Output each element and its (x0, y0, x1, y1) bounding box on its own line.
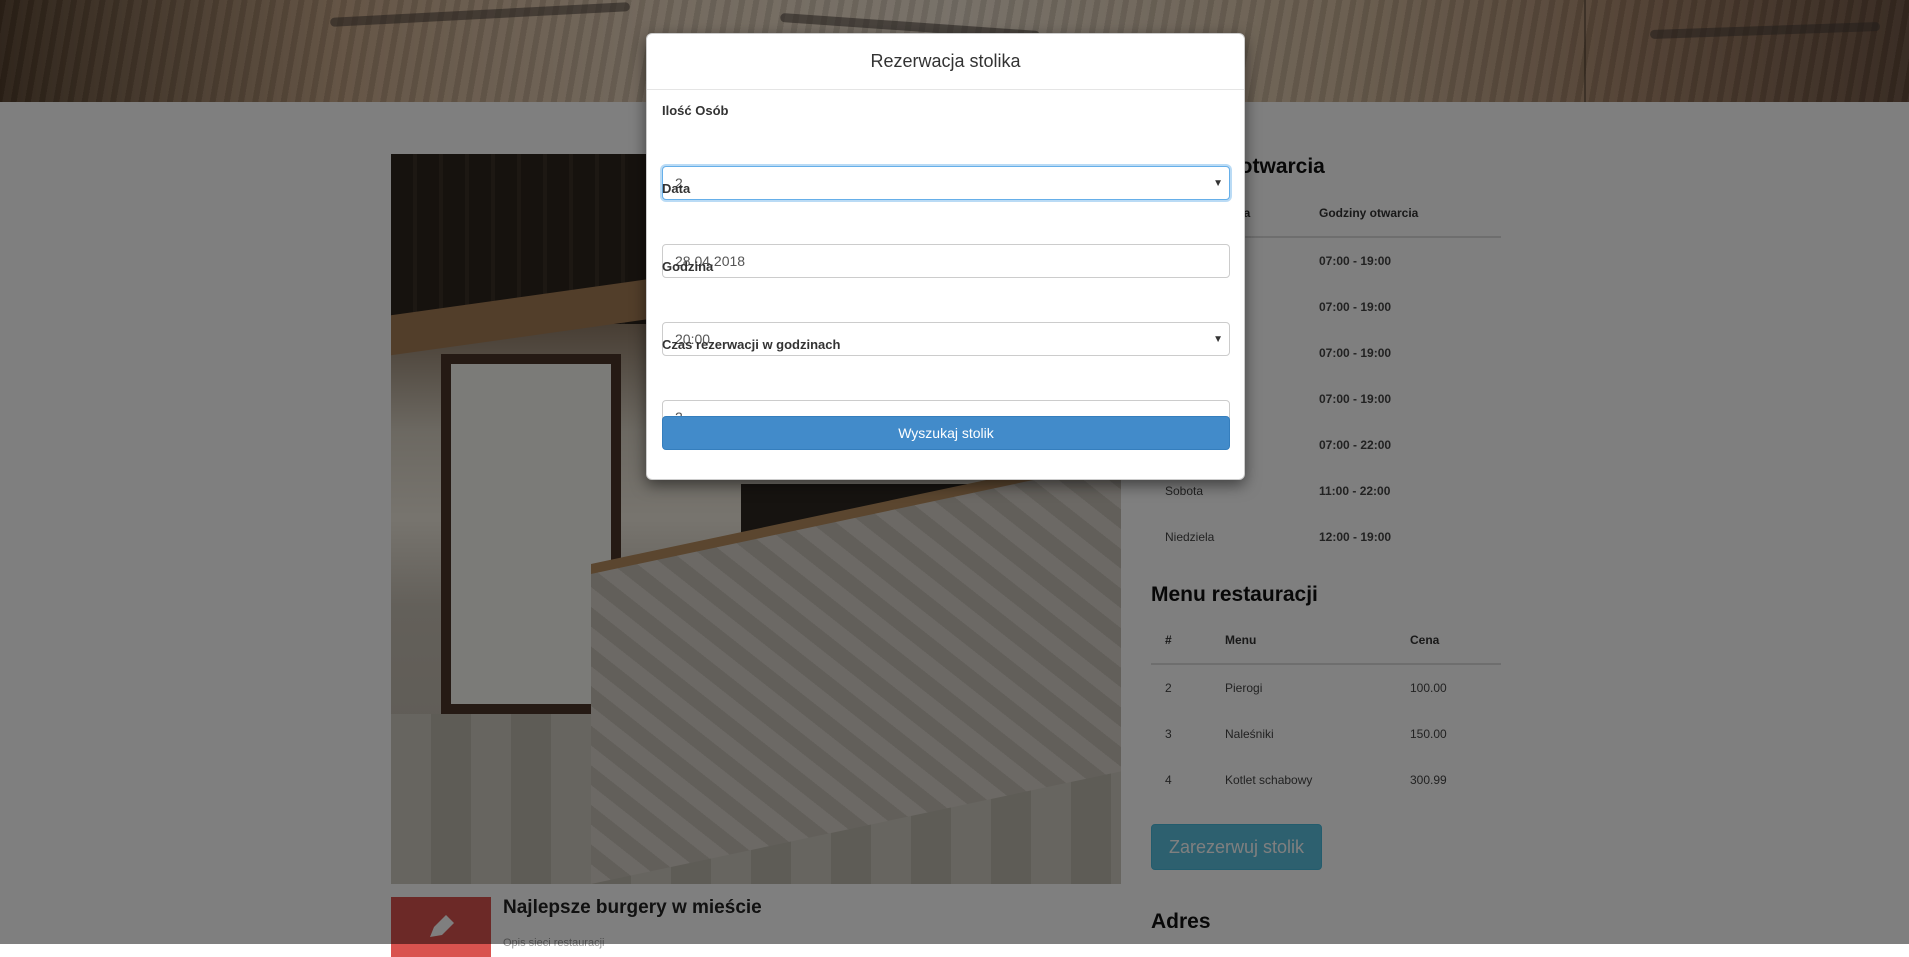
caret-down-icon: ▼ (1213, 334, 1223, 345)
modal-title: Rezerwacja stolika (870, 51, 1021, 71)
people-label: Ilość Osób (662, 103, 729, 118)
time-label: Godzina (662, 259, 714, 274)
caret-down-icon: ▼ (1213, 178, 1223, 189)
search-table-button[interactable]: Wyszukaj stolik (662, 416, 1230, 450)
people-select[interactable]: 2 ▼ (662, 166, 1230, 200)
duration-label: Czas rezerwacji w godzinach (662, 337, 841, 352)
date-input[interactable]: 28.04.2018 (662, 244, 1230, 278)
reservation-modal: Rezerwacja stolika Ilość Osób 2 ▼ Data 2… (646, 33, 1245, 480)
date-label: Data (662, 181, 691, 196)
modal-header: Rezerwacja stolika (647, 34, 1244, 90)
